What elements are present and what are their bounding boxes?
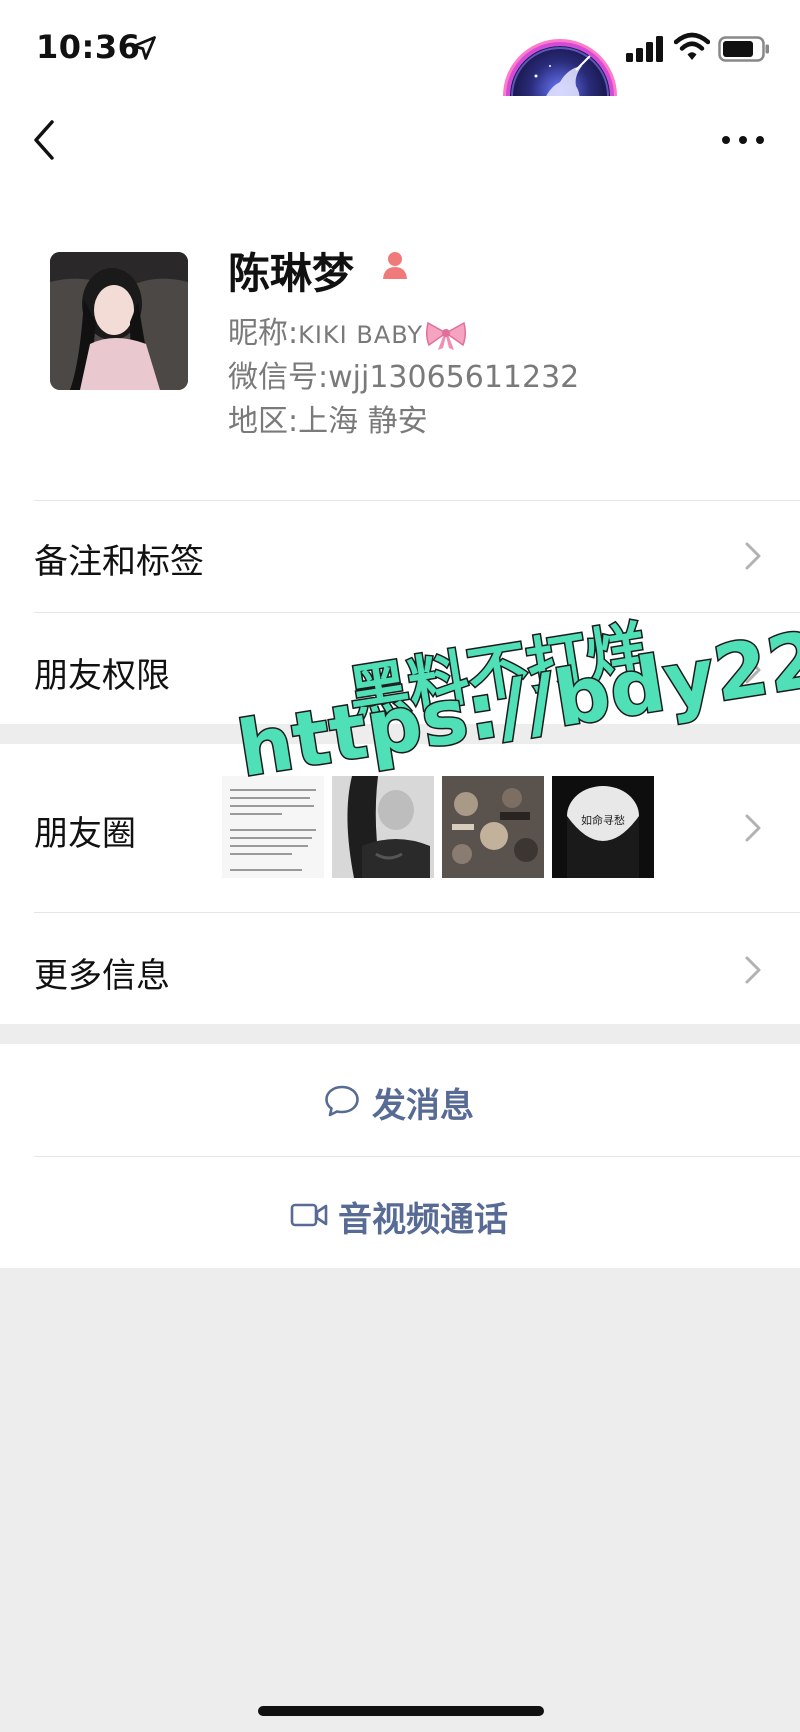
divider	[34, 500, 800, 501]
voice-video-call-button[interactable]: 音视频通话	[0, 1156, 800, 1268]
bw-photo-image	[332, 776, 434, 878]
status-bar: 10:36	[0, 0, 800, 146]
moment-thumb-text[interactable]	[222, 776, 324, 878]
nickname-line: 昵称:KIKI BABY	[228, 308, 467, 352]
pink-bow-icon	[426, 321, 467, 350]
chevron-right-icon	[745, 542, 761, 570]
friend-permissions-label: 朋友权限	[34, 656, 170, 696]
chat-bubble-icon	[325, 1085, 359, 1117]
nickname-value: KIKI BABY	[298, 321, 424, 349]
avatar-photo	[50, 252, 188, 390]
chevron-right-icon	[745, 956, 761, 984]
divider	[34, 612, 800, 613]
region-label: 地区:	[228, 404, 299, 439]
moment-thumb-photo-3[interactable]: 如命寻愁	[552, 776, 654, 878]
region-line: 地区:上海 静安	[228, 396, 428, 440]
home-indicator[interactable]	[258, 1706, 544, 1716]
contact-profile-screen: 10:36 陈琳梦 昵称:KIKI BABY 微信号:wjj1306561123…	[0, 0, 800, 1732]
wechat-id-label: 微信号:	[228, 360, 329, 395]
clutter-photo-image	[442, 776, 544, 878]
divider	[34, 1156, 800, 1157]
female-icon	[383, 252, 407, 279]
moments-label: 朋友圈	[34, 814, 136, 854]
back-chevron-icon[interactable]	[30, 118, 60, 162]
more-info-row[interactable]: 更多信息	[0, 912, 800, 1024]
status-time: 10:36	[36, 28, 141, 66]
profile-header: 陈琳梦 昵称:KIKI BABY 微信号:wjj13065611232 地区:上…	[0, 196, 800, 500]
location-arrow-icon	[132, 36, 156, 60]
divider	[34, 912, 800, 913]
text-page-image	[222, 776, 324, 878]
voice-video-call-label: 音视频通话	[338, 1200, 508, 1240]
tattoo-photo-image: 如命寻愁	[552, 776, 654, 878]
battery-icon	[718, 36, 769, 62]
send-message-button[interactable]: 发消息	[0, 1044, 800, 1156]
video-camera-icon	[290, 1203, 328, 1227]
wifi-icon	[674, 32, 710, 60]
wechat-id-value: wjj13065611232	[328, 360, 580, 395]
moment-thumb-photo-2[interactable]	[442, 776, 544, 878]
more-info-label: 更多信息	[34, 956, 170, 996]
region-value: 上海 静安	[298, 404, 428, 439]
signal-icon	[626, 36, 663, 62]
send-message-label: 发消息	[372, 1086, 474, 1126]
remarks-tags-row[interactable]: 备注和标签	[0, 500, 800, 612]
wechat-id-line: 微信号:wjj13065611232	[228, 352, 579, 396]
moments-thumbnails: 如命寻愁	[222, 776, 662, 878]
nav-bar	[0, 96, 800, 196]
nickname-label: 昵称:	[228, 316, 299, 351]
tattoo-caption: 如命寻愁	[581, 813, 625, 827]
contact-avatar[interactable]	[50, 252, 188, 390]
chevron-right-icon	[745, 814, 761, 842]
moment-thumb-photo-1[interactable]	[332, 776, 434, 878]
more-dots-icon[interactable]	[718, 128, 768, 152]
remarks-tags-label: 备注和标签	[34, 542, 204, 582]
contact-name: 陈琳梦	[228, 249, 355, 298]
